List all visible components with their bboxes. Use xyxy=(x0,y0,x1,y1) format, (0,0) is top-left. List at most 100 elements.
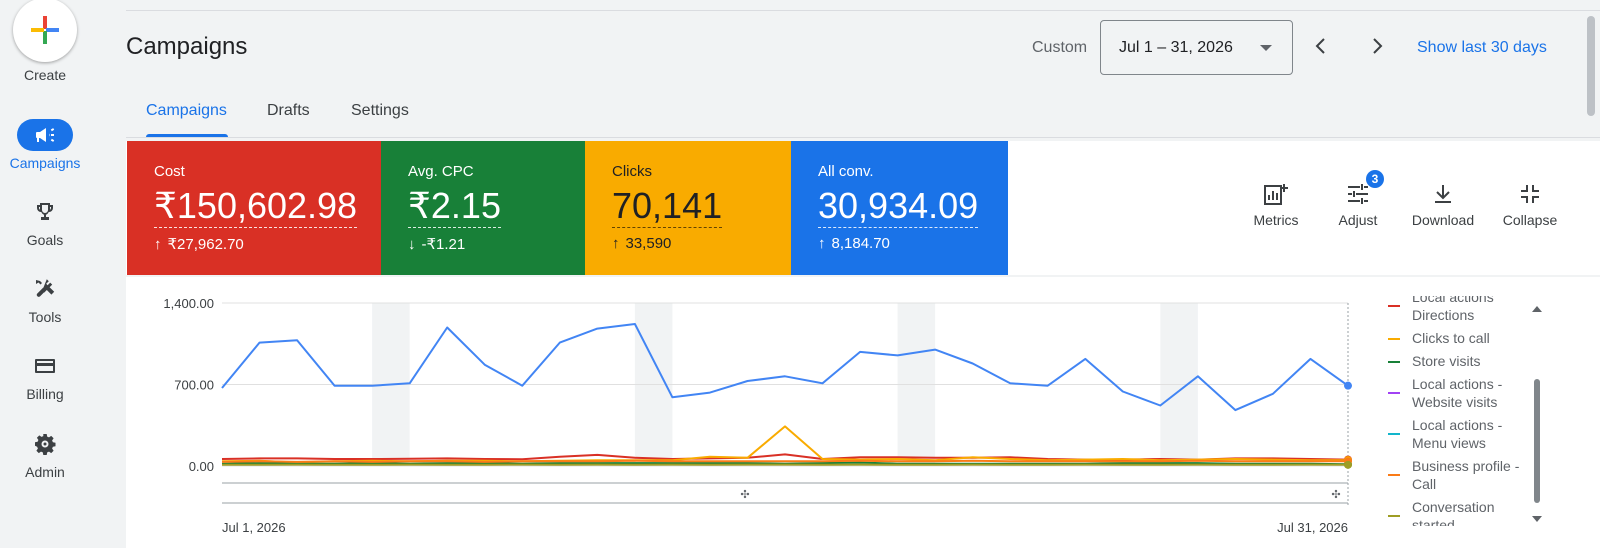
legend-swatch xyxy=(1388,305,1400,307)
adjust-badge: 3 xyxy=(1366,170,1384,188)
series-end-point xyxy=(1344,460,1352,469)
previous-period-button[interactable] xyxy=(1309,34,1333,58)
collapse-button[interactable]: Collapse xyxy=(1490,182,1570,228)
page-title: Campaigns xyxy=(126,33,248,60)
tune-icon xyxy=(1348,184,1368,204)
y-tick-label: 0.00 xyxy=(189,459,214,474)
legend-item[interactable]: Local actions Directions xyxy=(1373,296,1533,324)
scorecard-clicks[interactable]: Clicks 70,141 ↑ 33,590 xyxy=(585,141,791,275)
create-label: Create xyxy=(23,67,67,83)
legend-label: Local actions xyxy=(1412,296,1494,305)
legend-label: Business profile - xyxy=(1412,458,1520,474)
scroll-down-icon[interactable] xyxy=(1532,516,1542,522)
legend-item[interactable]: Business profile - Call xyxy=(1373,457,1533,493)
scorecard-value: 70,141 xyxy=(612,185,723,228)
arrow-down-icon: ↓ xyxy=(408,236,416,253)
legend-scrollbar[interactable] xyxy=(1530,303,1544,525)
trophy-icon xyxy=(37,203,53,220)
legend-label: started xyxy=(1412,517,1455,526)
tab-drafts[interactable]: Drafts xyxy=(267,102,310,120)
arrow-up-icon: ↑ xyxy=(154,236,162,253)
download-icon xyxy=(1435,185,1451,203)
credit-card-icon xyxy=(35,359,55,373)
arrow-up-icon: ↑ xyxy=(818,235,826,252)
scorecard-change: ↑ ₹27,962.70 xyxy=(154,236,244,253)
legend-scroll-thumb[interactable] xyxy=(1534,379,1540,503)
nav-item-billing[interactable]: Billing xyxy=(0,350,90,420)
scorecard-cost[interactable]: Cost ₹150,602.98 ↑ ₹27,962.70 xyxy=(127,141,381,275)
legend-item[interactable]: Clicks to call xyxy=(1373,329,1533,347)
nav-label-billing: Billing xyxy=(26,386,64,402)
scorecard-label: All conv. xyxy=(818,163,874,180)
adjust-button[interactable]: 3 Adjust xyxy=(1318,170,1398,228)
legend-item[interactable]: Local actions - Menu views xyxy=(1373,416,1533,452)
scorecard-change: ↑ 33,590 xyxy=(612,235,672,252)
metrics-button[interactable]: Metrics xyxy=(1236,182,1316,228)
legend-label: Website visits xyxy=(1412,394,1498,410)
next-period-button[interactable] xyxy=(1365,34,1389,58)
legend-label: Local actions - xyxy=(1412,376,1503,392)
x-axis-end-label: Jul 31, 2026 xyxy=(1277,520,1348,535)
scorecard-change: ↓ -₹1.21 xyxy=(408,236,466,253)
legend-swatch xyxy=(1388,392,1400,394)
y-tick-label: 700.00 xyxy=(174,378,214,393)
download-button[interactable]: Download xyxy=(1403,182,1483,228)
legend-swatch xyxy=(1388,515,1400,517)
scorecard-avg-cpc[interactable]: Avg. CPC ₹2.15 ↓ -₹1.21 xyxy=(381,141,585,275)
scorecard-value: ₹150,602.98 xyxy=(154,185,358,228)
annotation-marker-icon: ✣ xyxy=(1331,489,1340,501)
megaphone-icon xyxy=(36,128,55,142)
tab-campaigns[interactable]: Campaigns xyxy=(146,102,227,120)
legend-label: Store visits xyxy=(1412,353,1481,369)
nav-item-tools[interactable]: Tools xyxy=(0,273,90,343)
legend-label: Call xyxy=(1412,476,1437,492)
header-divider xyxy=(126,10,1600,11)
annotation-marker-icon: ✣ xyxy=(740,489,749,501)
metrics-icon xyxy=(1264,184,1288,205)
scroll-up-icon[interactable] xyxy=(1532,306,1542,312)
legend-label: Clicks to call xyxy=(1412,330,1490,346)
scorecard-value: ₹2.15 xyxy=(408,185,501,228)
left-nav: Create Campaigns Goals Tools Billing Adm… xyxy=(0,0,90,548)
y-tick-label: 1,400.00 xyxy=(163,296,214,311)
legend-label: Local actions - xyxy=(1412,417,1503,433)
nav-item-goals[interactable]: Goals xyxy=(0,196,90,266)
show-last-30-days-link[interactable]: Show last 30 days xyxy=(1417,39,1547,57)
chart-legend: Local actions Directions Clicks to call Sto… xyxy=(1373,296,1533,526)
nav-label-campaigns: Campaigns xyxy=(9,155,81,171)
legend-swatch xyxy=(1388,361,1400,363)
performance-line-chart[interactable]: 1,400.00 700.00 0.00 ✣ ✣ Jul 1, 2026 Jul 31, 2… xyxy=(126,277,1366,548)
scorecard-label: Avg. CPC xyxy=(408,163,474,180)
nav-label-admin: Admin xyxy=(25,464,65,480)
legend-item[interactable]: Conversation started xyxy=(1373,498,1533,526)
create-button[interactable] xyxy=(13,0,77,62)
tools-icon xyxy=(36,279,55,297)
dropdown-caret-icon xyxy=(1260,45,1272,51)
legend-item[interactable]: Store visits xyxy=(1373,352,1533,370)
legend-label: Menu views xyxy=(1412,435,1486,451)
scorecard-label: Cost xyxy=(154,163,185,180)
series-line xyxy=(221,459,1348,463)
legend-swatch xyxy=(1388,433,1400,435)
legend-swatch xyxy=(1388,474,1400,476)
date-range-select[interactable]: Jul 1 – 31, 2026 xyxy=(1100,20,1293,75)
legend-swatch xyxy=(1388,338,1400,340)
collapse-icon xyxy=(1521,185,1539,203)
tab-settings[interactable]: Settings xyxy=(351,102,409,120)
legend-item[interactable]: Local actions - Website visits xyxy=(1373,375,1533,411)
x-axis-start-label: Jul 1, 2026 xyxy=(222,520,286,535)
chevron-right-icon xyxy=(1373,38,1383,54)
nav-label-tools: Tools xyxy=(28,309,62,325)
series-end-point xyxy=(1344,381,1352,390)
nav-item-campaigns[interactable]: Campaigns xyxy=(0,119,90,189)
scorecard-value: 30,934.09 xyxy=(818,185,979,228)
scorecard-change: ↑ 8,184.70 xyxy=(818,235,890,252)
arrow-up-icon: ↑ xyxy=(612,235,620,252)
scorecard-label: Clicks xyxy=(612,163,652,180)
page-scrollbar[interactable] xyxy=(1587,16,1595,116)
scorecard-all-conv[interactable]: All conv. 30,934.09 ↑ 8,184.70 xyxy=(791,141,1008,275)
tabs-divider xyxy=(126,137,1600,138)
plus-icon xyxy=(31,16,59,44)
legend-label: Directions xyxy=(1412,307,1475,323)
nav-item-admin[interactable]: Admin xyxy=(0,428,90,498)
